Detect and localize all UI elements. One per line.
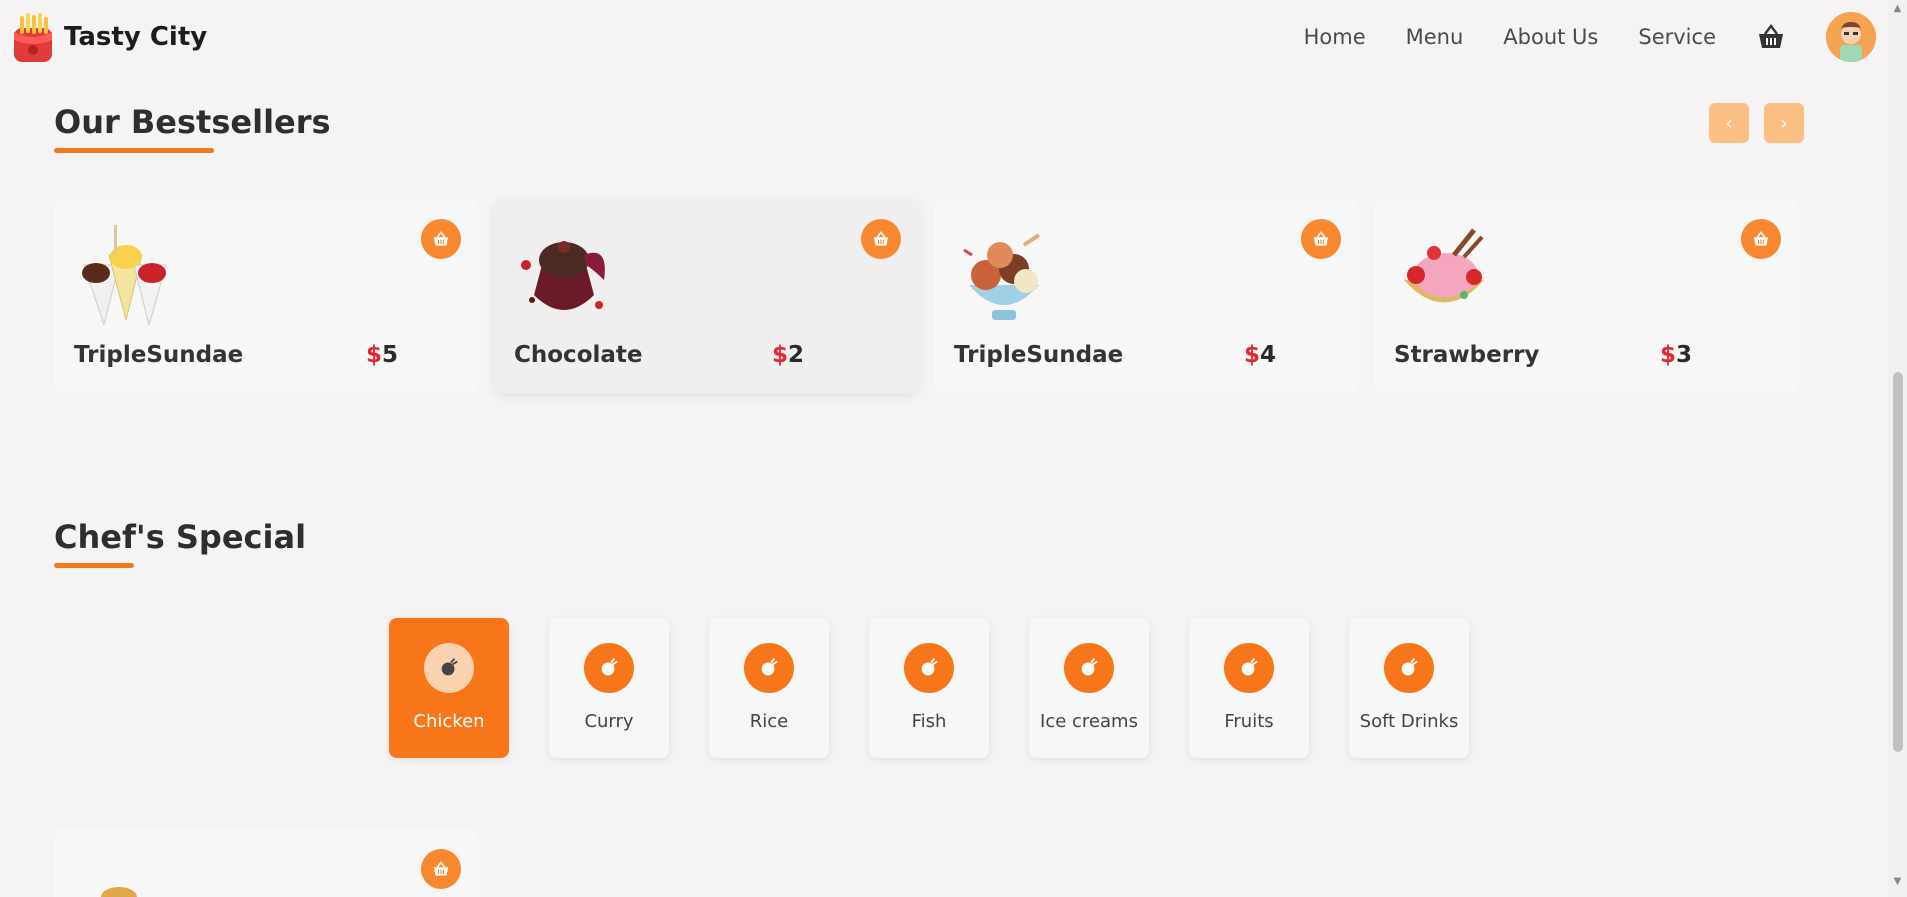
price-value: 3	[1676, 342, 1693, 368]
header: Tasty City Home Menu About Us Service	[0, 0, 1888, 74]
product-card[interactable]: TripleSundae $4	[934, 199, 1359, 393]
category-tab-rice[interactable]: Rice	[709, 618, 829, 758]
product-card[interactable]: TripleSundae $5	[54, 199, 479, 393]
product-card[interactable]: Chocolate $2	[494, 199, 919, 393]
category-label: Rice	[749, 711, 789, 732]
category-label: Soft Drinks	[1359, 711, 1459, 732]
nav-item-about-us[interactable]: About Us	[1503, 25, 1598, 49]
brand-name: Tasty City	[64, 22, 208, 52]
slider-next-button[interactable]: ›	[1764, 103, 1804, 143]
basket-icon	[1313, 231, 1329, 246]
category-label: Curry	[584, 711, 634, 732]
product-name: Chocolate	[514, 342, 643, 368]
basket-icon	[873, 231, 889, 246]
chefs-special-title-underline	[54, 563, 134, 568]
chefs-special-title: Chef's Special	[54, 518, 307, 556]
fries-logo-icon	[14, 13, 52, 62]
scroll-down-arrow-icon[interactable]: ▼	[1892, 876, 1903, 887]
category-tab-fruits[interactable]: Fruits	[1189, 618, 1309, 758]
category-label: Ice creams	[1040, 711, 1138, 732]
slider-prev-button[interactable]: ‹	[1709, 103, 1749, 143]
basket-icon	[1753, 231, 1769, 246]
nav-item-menu[interactable]: Menu	[1406, 25, 1464, 49]
price-value: 2	[788, 342, 805, 368]
brand[interactable]: Tasty City	[12, 12, 207, 62]
bestsellers-title: Our Bestsellers	[54, 103, 331, 141]
scroll-up-arrow-icon[interactable]: ▲	[1892, 3, 1903, 14]
category-label: Fruits	[1224, 711, 1274, 732]
category-label: Fish	[911, 711, 947, 732]
scrollbar-thumb[interactable]	[1893, 372, 1903, 752]
nav-item-home[interactable]: Home	[1304, 25, 1366, 49]
product-name: Strawberry	[1394, 342, 1540, 368]
add-to-cart-button[interactable]	[1301, 219, 1341, 259]
user-avatar-icon	[1826, 12, 1876, 62]
category-tab-ice-creams[interactable]: Ice creams	[1029, 618, 1149, 758]
price-currency: $	[772, 342, 789, 368]
category-tab-chicken[interactable]: Chicken	[389, 618, 509, 758]
ice-cream-bowl-image	[963, 233, 1041, 320]
avatar[interactable]	[1826, 12, 1876, 62]
category-tab-fish[interactable]: Fish	[869, 618, 989, 758]
basket-icon	[433, 231, 449, 246]
category-tab-soft-drinks[interactable]: Soft Drinks	[1349, 618, 1469, 758]
product-name: TripleSundae	[74, 342, 244, 368]
price-currency: $	[366, 342, 383, 368]
product-card[interactable]: Strawberry $3	[1374, 199, 1799, 393]
page-scrollbar[interactable]: ▲ ▼	[1888, 0, 1907, 897]
food-icon	[584, 643, 634, 693]
category-label: Chicken	[413, 711, 485, 732]
price-value: 4	[1260, 342, 1277, 368]
food-image	[101, 887, 137, 897]
basket-icon[interactable]	[1756, 22, 1786, 52]
add-to-cart-button[interactable]	[1741, 219, 1781, 259]
food-icon	[904, 643, 954, 693]
add-to-cart-button[interactable]	[421, 849, 461, 889]
category-tabs: Chicken Curry Rice Fish Ice creams Fruit…	[389, 618, 1469, 758]
add-to-cart-button[interactable]	[861, 219, 901, 259]
product-price: $5	[366, 342, 398, 368]
price-currency: $	[1660, 342, 1677, 368]
price-value: 5	[382, 342, 399, 368]
product-name: TripleSundae	[954, 342, 1124, 368]
nav-item-service[interactable]: Service	[1638, 25, 1716, 49]
triple-sundae-image	[82, 225, 167, 325]
strawberry-ice-cream-image	[1404, 228, 1484, 303]
food-icon	[1224, 643, 1274, 693]
product-price: $2	[772, 342, 804, 368]
price-currency: $	[1244, 342, 1261, 368]
food-icon	[1384, 643, 1434, 693]
product-price: $4	[1244, 342, 1276, 368]
product-price: $3	[1660, 342, 1692, 368]
food-icon	[424, 643, 474, 693]
bestsellers-title-underline	[54, 148, 214, 153]
food-icon	[1064, 643, 1114, 693]
basket-icon	[433, 861, 449, 876]
product-card[interactable]	[54, 829, 479, 897]
food-icon	[744, 643, 794, 693]
add-to-cart-button[interactable]	[421, 219, 461, 259]
category-tab-curry[interactable]: Curry	[549, 618, 669, 758]
chocolate-dessert-image	[521, 241, 605, 310]
main-nav: Home Menu About Us Service	[1304, 12, 1876, 62]
